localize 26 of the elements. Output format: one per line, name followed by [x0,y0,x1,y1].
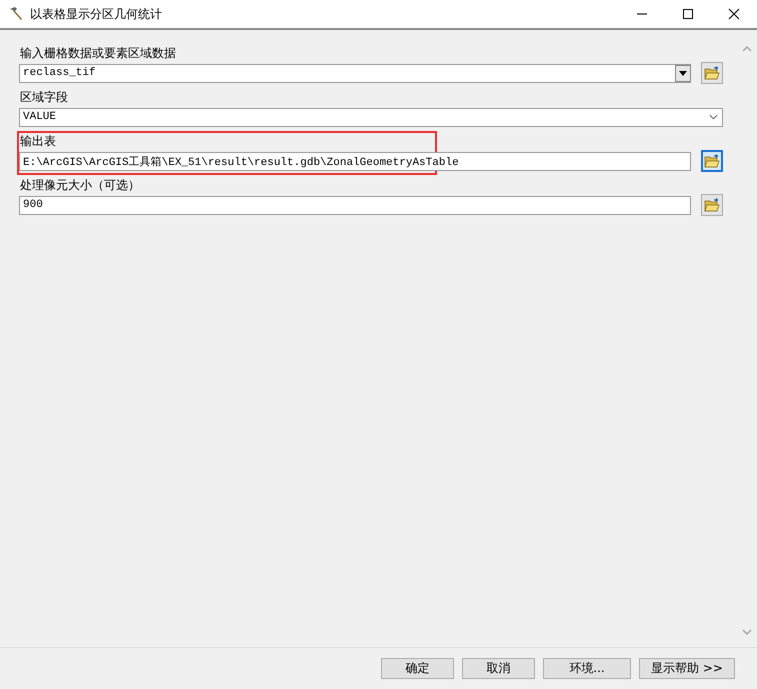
field-label: 区域字段 [19,89,69,106]
dialog-button[interactable]: 环境... [543,658,631,679]
browse-button[interactable] [701,150,723,172]
combo-box[interactable]: reclass_tif [19,64,691,82]
folder-icon [704,198,720,212]
input-field[interactable]: E:\ArcGIS\ArcGIS工具箱\EX_51\result\result.gdb\ZonalGeometryAsTable [19,152,691,170]
field-label: 输入栅格数据或要素区域数据 [19,45,177,62]
scroll-up-icon[interactable] [742,46,752,52]
browse-button[interactable] [701,62,723,84]
folder-icon [704,154,720,168]
chevron-down-icon [709,114,718,120]
field-label: 处理像元大小（可选） [19,177,141,194]
select-field[interactable]: VALUE [19,108,723,126]
close-icon[interactable] [728,8,740,20]
window-title: 以表格显示分区几何统计 [30,6,162,22]
browse-button[interactable] [701,194,723,216]
field-label: 输出表 [19,133,57,150]
hammer-icon [8,6,24,22]
scroll-down-icon[interactable] [742,629,752,635]
dialog-button[interactable]: 确定 [381,658,454,679]
folder-icon [704,66,720,80]
maximize-icon[interactable] [682,8,694,20]
dialog-button[interactable]: 取消 [462,658,535,679]
dropdown-arrow-icon [679,70,687,76]
dialog-button[interactable]: 显示帮助 >> [639,658,735,679]
input-field[interactable]: 900 [19,196,691,214]
